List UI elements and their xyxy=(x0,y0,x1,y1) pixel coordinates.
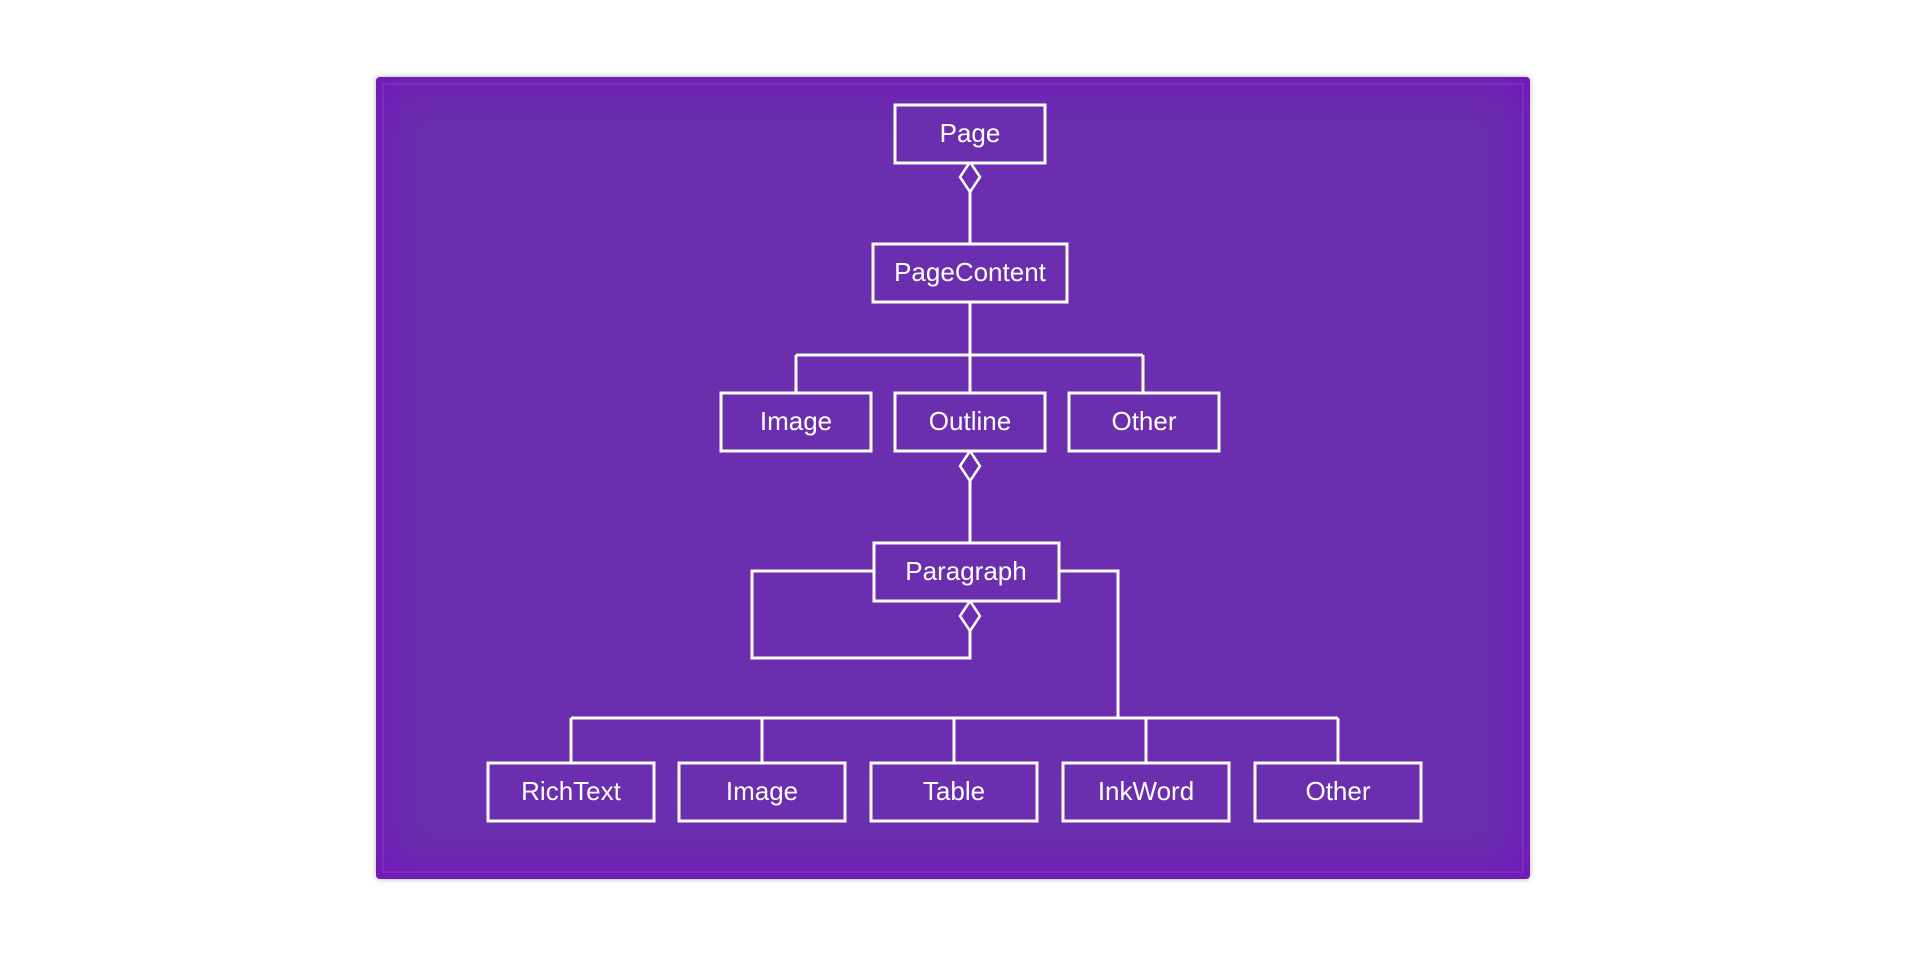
node-outline-label: Outline xyxy=(928,405,1010,435)
node-other1-label: Other xyxy=(1111,405,1176,435)
node-other2-label: Other xyxy=(1305,775,1370,805)
node-table: Table xyxy=(871,763,1037,821)
node-image1: Image xyxy=(721,393,871,451)
node-image2: Image xyxy=(679,763,845,821)
node-outline: Outline xyxy=(895,393,1045,451)
node-inkword-label: InkWord xyxy=(1097,775,1193,805)
node-other1: Other xyxy=(1069,393,1219,451)
diagram-panel: Page PageContent Image Outline Other Par… xyxy=(376,77,1530,879)
node-inkword: InkWord xyxy=(1063,763,1229,821)
node-page: Page xyxy=(895,105,1045,163)
node-other2: Other xyxy=(1255,763,1421,821)
node-page-label: Page xyxy=(939,117,1000,147)
node-pagecontent-label: PageContent xyxy=(894,256,1047,286)
node-table-label: Table xyxy=(922,775,984,805)
edge-paragraph-right-down xyxy=(1058,571,1118,718)
node-paragraph: Paragraph xyxy=(874,543,1059,601)
node-richtext: RichText xyxy=(488,763,654,821)
node-pagecontent: PageContent xyxy=(873,244,1067,302)
node-image2-label: Image xyxy=(725,775,797,805)
node-paragraph-label: Paragraph xyxy=(905,555,1026,585)
diamond-page xyxy=(960,162,980,192)
node-richtext-label: RichText xyxy=(521,775,621,805)
node-image1-label: Image xyxy=(759,405,831,435)
diagram-svg: Page PageContent Image Outline Other Par… xyxy=(376,77,1530,879)
diamond-paragraph xyxy=(960,601,980,631)
diamond-outline xyxy=(960,451,980,481)
